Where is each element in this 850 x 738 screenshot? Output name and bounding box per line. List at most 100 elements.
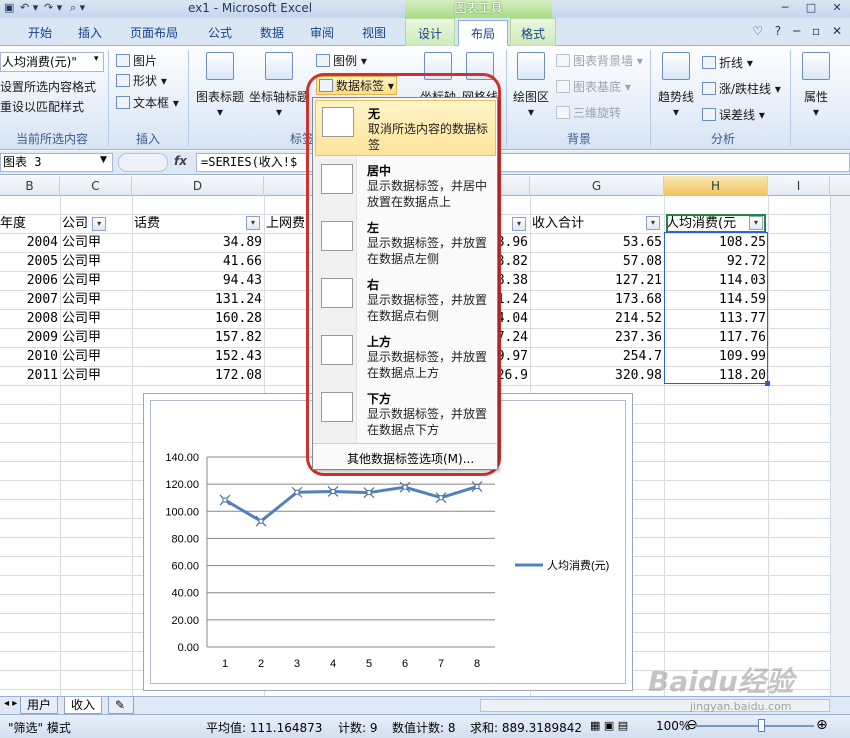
undo-icon[interactable]: ↶ ▾ bbox=[20, 1, 38, 14]
filter-dropdown-icon[interactable]: ▾ bbox=[512, 214, 530, 233]
maximize-button[interactable]: □ bbox=[798, 0, 824, 16]
updown-bars-button[interactable]: 涨/跌柱线 ▾ bbox=[702, 80, 781, 97]
fill-handle[interactable] bbox=[765, 381, 770, 386]
table-cell-year[interactable]: 2007 bbox=[0, 290, 58, 309]
chart-wall-button[interactable]: 图表背景墙 ▾ bbox=[556, 52, 643, 69]
tab-review[interactable]: 审阅 bbox=[300, 22, 344, 45]
view-buttons-icon[interactable]: ▦ ▣ ▤ bbox=[590, 719, 628, 732]
menu-item-below[interactable]: 下方 显示数据标签，并放置在数据点下方 bbox=[315, 386, 496, 442]
table-cell-company[interactable]: 公司甲 bbox=[62, 252, 130, 271]
table-cell-income[interactable]: 57.08 bbox=[532, 252, 662, 271]
minimize-button[interactable]: ─ bbox=[772, 0, 798, 16]
table-cell-year[interactable]: 2005 bbox=[0, 252, 58, 271]
insert-sheet-icon[interactable]: ✎ bbox=[108, 697, 134, 714]
chevron-down-icon[interactable]: ▾ bbox=[94, 54, 99, 64]
table-cell-income[interactable]: 237.36 bbox=[532, 328, 662, 347]
error-bars-button[interactable]: 误差线 ▾ bbox=[702, 106, 765, 123]
table-cell-phone[interactable]: 172.08 bbox=[134, 366, 262, 385]
zoom-slider[interactable] bbox=[694, 725, 814, 727]
chart-title-button[interactable]: 图表标题 ▾ bbox=[194, 52, 246, 119]
lines-button[interactable]: 折线 ▾ bbox=[702, 54, 753, 71]
table-cell-income[interactable]: 173.68 bbox=[532, 290, 662, 309]
chevron-down-icon[interactable]: ▼ bbox=[100, 155, 107, 165]
formula-input[interactable]: =SERIES(收入!$ bbox=[196, 153, 850, 172]
table-cell-company[interactable]: 公司甲 bbox=[62, 290, 130, 309]
table-cell-phone[interactable]: 34.89 bbox=[134, 233, 262, 252]
table-cell-year[interactable]: 2006 bbox=[0, 271, 58, 290]
tab-format[interactable]: 格式 bbox=[510, 18, 556, 46]
table-cell-phone[interactable]: 41.66 bbox=[134, 252, 262, 271]
menu-item-left[interactable]: 左 显示数据标签，并放置在数据点左侧 bbox=[315, 215, 496, 271]
tab-insert[interactable]: 插入 bbox=[68, 22, 112, 45]
table-cell-company[interactable]: 公司甲 bbox=[62, 366, 130, 385]
table-cell-company[interactable]: 公司甲 bbox=[62, 347, 130, 366]
tab-page-layout[interactable]: 页面布局 bbox=[120, 22, 188, 45]
filter-dropdown-icon[interactable]: ▾ bbox=[646, 216, 660, 230]
table-cell-phone[interactable]: 160.28 bbox=[134, 309, 262, 328]
chart-floor-button[interactable]: 图表基底 ▾ bbox=[556, 78, 631, 95]
table-cell-year[interactable]: 2011 bbox=[0, 366, 58, 385]
zoom-in-icon[interactable]: ⊕ bbox=[816, 717, 828, 733]
tab-formulas[interactable]: 公式 bbox=[196, 22, 244, 45]
textbox-button[interactable]: 文本框 ▾ bbox=[116, 94, 179, 111]
table-cell-year[interactable]: 2004 bbox=[0, 233, 58, 252]
tab-layout[interactable]: 布局 bbox=[458, 20, 508, 46]
tab-home[interactable]: 开始 bbox=[18, 22, 62, 45]
sheet-tab-income[interactable]: 收入 bbox=[64, 697, 103, 714]
zoom-slider-thumb[interactable] bbox=[758, 719, 765, 732]
menu-item-above[interactable]: 上方 显示数据标签，并放置在数据点上方 bbox=[315, 329, 496, 385]
table-cell-year[interactable]: 2009 bbox=[0, 328, 58, 347]
legend-button[interactable]: 图例 ▾ bbox=[316, 52, 367, 69]
redo-icon[interactable]: ↷ ▾ bbox=[44, 1, 62, 14]
table-cell-phone[interactable]: 94.43 bbox=[134, 271, 262, 290]
column-header-g[interactable]: G bbox=[530, 176, 664, 196]
chart-element-selector[interactable]: 人均消费(元)" bbox=[0, 52, 104, 72]
table-cell-income[interactable]: 214.52 bbox=[532, 309, 662, 328]
data-labels-dropdown[interactable]: 无 取消所选内容的数据标签 居中 显示数据标签，并居中放置在数据点上 左 显示数… bbox=[312, 97, 498, 470]
menu-item-center[interactable]: 居中 显示数据标签，并居中放置在数据点上 bbox=[315, 158, 496, 214]
table-cell-income[interactable]: 53.65 bbox=[532, 233, 662, 252]
table-cell-phone[interactable]: 152.43 bbox=[134, 347, 262, 366]
filter-dropdown-icon[interactable]: ▾ bbox=[749, 216, 763, 230]
fx-icon[interactable]: fx bbox=[174, 154, 187, 168]
trendline-button[interactable]: 趋势线 ▾ bbox=[654, 52, 698, 119]
print-preview-icon[interactable]: ⌕ ▾ bbox=[70, 1, 85, 15]
axis-title-button[interactable]: 坐标轴标题 ▾ bbox=[248, 52, 310, 119]
save-icon[interactable]: ▣ bbox=[4, 1, 14, 14]
table-cell-company[interactable]: 公司甲 bbox=[62, 328, 130, 347]
name-box[interactable]: 图表 3 bbox=[0, 153, 113, 172]
vertical-scrollbar[interactable] bbox=[830, 196, 850, 696]
sheet-tab-users[interactable]: 用户 bbox=[20, 697, 59, 714]
shapes-button[interactable]: 形状 ▾ bbox=[116, 72, 167, 89]
table-cell-income[interactable]: 320.98 bbox=[532, 366, 662, 385]
table-cell-income[interactable]: 127.21 bbox=[532, 271, 662, 290]
tab-view[interactable]: 视图 bbox=[352, 22, 396, 45]
column-header-i[interactable]: I bbox=[768, 176, 830, 196]
menu-item-right[interactable]: 右 显示数据标签，并放置在数据点右侧 bbox=[315, 272, 496, 328]
more-data-label-options[interactable]: 其他数据标签选项(M)... bbox=[347, 450, 474, 467]
tab-scroll-icon[interactable]: ◂ ▸ bbox=[4, 698, 17, 709]
plot-area-button[interactable]: 绘图区 ▾ bbox=[510, 52, 552, 119]
format-selection-button[interactable]: 设置所选内容格式 bbox=[0, 78, 96, 95]
table-cell-company[interactable]: 公司甲 bbox=[62, 271, 130, 290]
filter-dropdown-icon[interactable]: ▾ bbox=[92, 217, 107, 231]
formula-bar-resize-handle[interactable] bbox=[118, 153, 168, 172]
table-cell-company[interactable]: 公司甲 bbox=[62, 309, 130, 328]
picture-button[interactable]: 图片 bbox=[116, 52, 157, 69]
table-cell-year[interactable]: 2008 bbox=[0, 309, 58, 328]
filter-dropdown-icon[interactable]: ▾ bbox=[246, 216, 260, 230]
menu-item-none[interactable]: 无 取消所选内容的数据标签 bbox=[315, 100, 496, 156]
tab-data[interactable]: 数据 bbox=[250, 22, 294, 45]
table-cell-year[interactable]: 2010 bbox=[0, 347, 58, 366]
column-header-d[interactable]: D bbox=[132, 176, 264, 196]
table-cell-company[interactable]: 公司甲 bbox=[62, 233, 130, 252]
3d-rotation-button[interactable]: 三维旋转 bbox=[556, 104, 621, 121]
table-cell-phone[interactable]: 157.82 bbox=[134, 328, 262, 347]
table-cell-phone[interactable]: 131.24 bbox=[134, 290, 262, 309]
reset-style-button[interactable]: 重设以匹配样式 bbox=[0, 98, 84, 115]
table-cell-income[interactable]: 254.7 bbox=[532, 347, 662, 366]
help-icon[interactable]: ♡ ? ─ ▫ ✕ bbox=[752, 24, 846, 38]
close-button[interactable]: ✕ bbox=[824, 0, 850, 16]
tab-design[interactable]: 设计 bbox=[405, 18, 455, 46]
properties-button[interactable]: 属性 ▾ bbox=[796, 52, 836, 119]
